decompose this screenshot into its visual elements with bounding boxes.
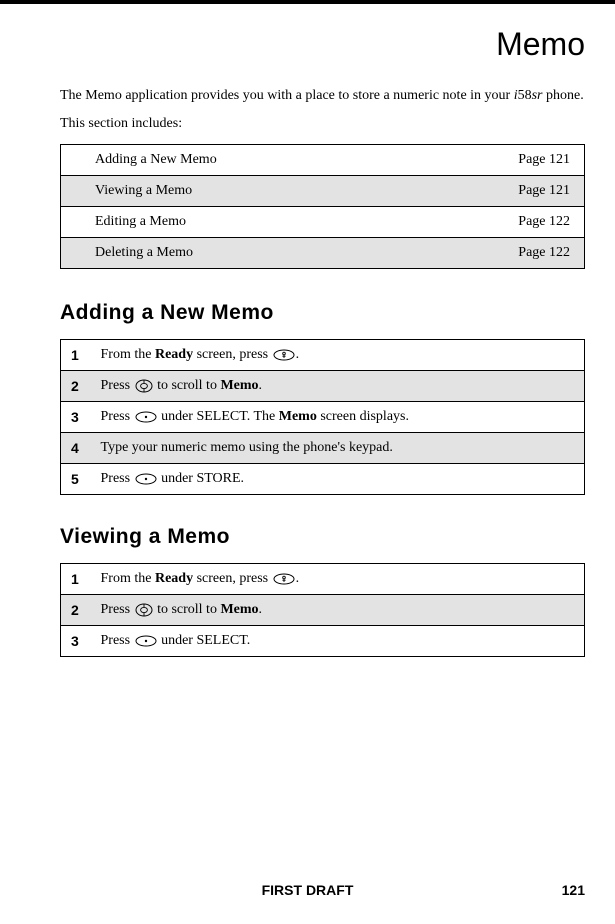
step-row: 5Press under STORE. <box>61 463 585 494</box>
toc-row: Deleting a MemoPage 122 <box>61 237 585 268</box>
heading-viewing: Viewing a Memo <box>60 525 585 549</box>
step-description: Press under STORE. <box>91 463 585 494</box>
model-sr: sr <box>532 88 543 103</box>
step-description: From the Ready screen, press . <box>91 339 585 370</box>
step-number: 4 <box>61 432 91 463</box>
step-number: 3 <box>61 625 91 656</box>
toc-page: Page 121 <box>485 144 585 175</box>
toc-row: Adding a New MemoPage 121 <box>61 144 585 175</box>
page-title: Memo <box>60 26 585 63</box>
step-row: 1From the Ready screen, press . <box>61 563 585 594</box>
menu-key-icon <box>273 573 295 585</box>
step-description: Press under SELECT. The Memo screen disp… <box>91 401 585 432</box>
intro-prefix: The Memo application provides you with a… <box>60 88 514 103</box>
soft-key-icon <box>135 411 157 423</box>
intro-paragraph: The Memo application provides you with a… <box>60 87 585 106</box>
step-row: 3Press under SELECT. <box>61 625 585 656</box>
step-number: 5 <box>61 463 91 494</box>
step-number: 2 <box>61 594 91 625</box>
step-number: 1 <box>61 563 91 594</box>
step-row: 2Press to scroll to Memo. <box>61 370 585 401</box>
steps-viewing: 1From the Ready screen, press .2Press to… <box>60 563 585 657</box>
model-num: 58 <box>518 88 532 103</box>
toc-topic: Editing a Memo <box>61 206 485 237</box>
section-includes-label: This section includes: <box>60 116 585 132</box>
menu-key-icon <box>273 349 295 361</box>
heading-adding: Adding a New Memo <box>60 301 585 325</box>
step-row: 1From the Ready screen, press . <box>61 339 585 370</box>
footer-page-number: 121 <box>562 882 585 898</box>
top-rule <box>0 0 615 4</box>
steps-adding: 1From the Ready screen, press .2Press to… <box>60 339 585 495</box>
soft-key-icon <box>135 635 157 647</box>
footer: FIRST DRAFT 121 <box>0 882 615 898</box>
toc-table: Adding a New MemoPage 121Viewing a MemoP… <box>60 144 585 269</box>
nav-key-icon <box>135 603 153 617</box>
toc-topic: Viewing a Memo <box>61 175 485 206</box>
step-description: Press to scroll to Memo. <box>91 370 585 401</box>
step-row: 2Press to scroll to Memo. <box>61 594 585 625</box>
toc-page: Page 122 <box>485 206 585 237</box>
step-description: From the Ready screen, press . <box>91 563 585 594</box>
step-number: 1 <box>61 339 91 370</box>
step-row: 4Type your numeric memo using the phone'… <box>61 432 585 463</box>
toc-row: Editing a MemoPage 122 <box>61 206 585 237</box>
toc-topic: Adding a New Memo <box>61 144 485 175</box>
soft-key-icon <box>135 473 157 485</box>
step-description: Press to scroll to Memo. <box>91 594 585 625</box>
step-number: 3 <box>61 401 91 432</box>
toc-page: Page 122 <box>485 237 585 268</box>
intro-suffix: phone. <box>543 88 584 103</box>
step-description: Press under SELECT. <box>91 625 585 656</box>
step-description: Type your numeric memo using the phone's… <box>91 432 585 463</box>
toc-row: Viewing a MemoPage 121 <box>61 175 585 206</box>
toc-topic: Deleting a Memo <box>61 237 485 268</box>
step-row: 3Press under SELECT. The Memo screen dis… <box>61 401 585 432</box>
toc-page: Page 121 <box>485 175 585 206</box>
nav-key-icon <box>135 379 153 393</box>
footer-draft: FIRST DRAFT <box>262 882 354 898</box>
step-number: 2 <box>61 370 91 401</box>
